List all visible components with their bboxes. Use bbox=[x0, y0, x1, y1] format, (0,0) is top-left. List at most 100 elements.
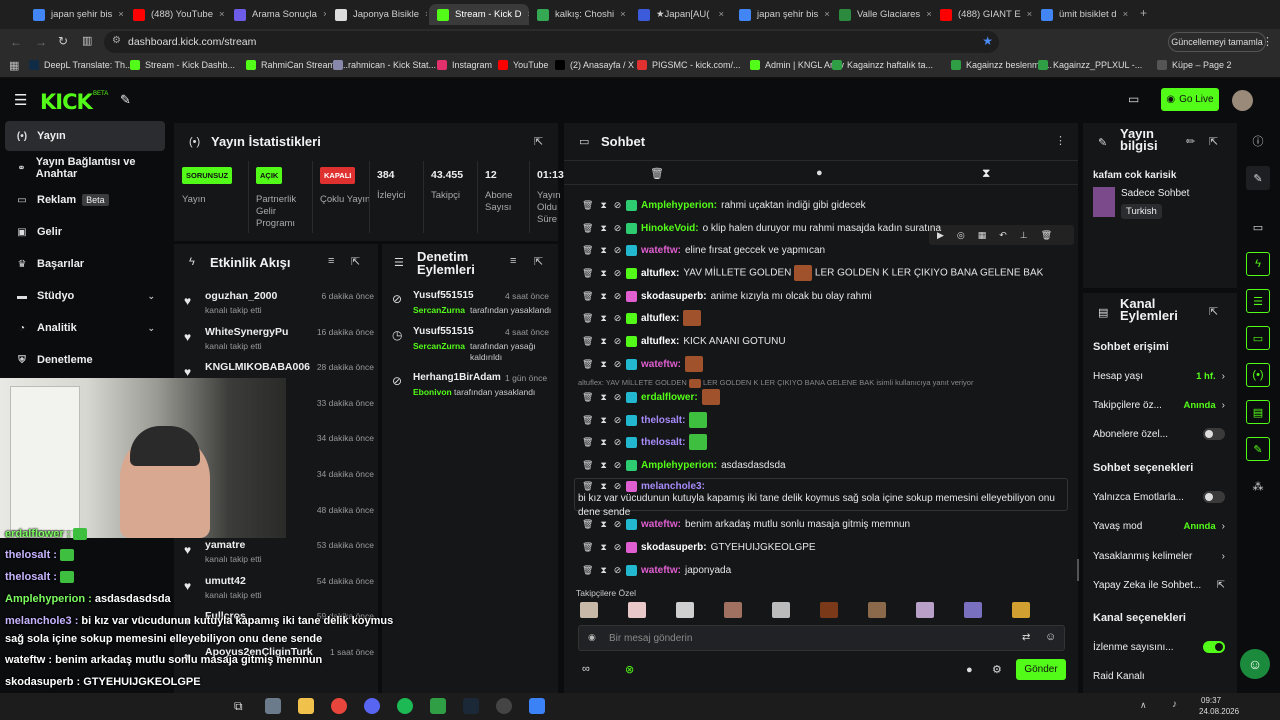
setting-toggle[interactable] bbox=[1203, 428, 1225, 440]
emote-image[interactable] bbox=[580, 602, 598, 618]
tab-close-icon[interactable]: × bbox=[712, 9, 730, 20]
setting-toggle[interactable] bbox=[1203, 491, 1225, 503]
mod-actor[interactable]: SercanZurna bbox=[413, 305, 465, 315]
chat-username[interactable]: erdalflower: bbox=[641, 392, 698, 403]
forward-icon[interactable]: → bbox=[35, 35, 47, 49]
pinned-users-icon[interactable]: ∞ bbox=[582, 663, 590, 675]
emote-image[interactable] bbox=[772, 602, 790, 618]
send-button[interactable]: Gönder bbox=[1016, 659, 1066, 680]
browser-tab[interactable]: kalkış: Choshi × bbox=[529, 4, 629, 25]
setting-row[interactable]: Yalnızca Emotlarla... bbox=[1093, 488, 1225, 506]
broadcast-icon[interactable]: (•) bbox=[1246, 363, 1270, 387]
chat-mode-icon[interactable]: ● bbox=[816, 167, 823, 179]
chat-username[interactable]: Amplehyperion: bbox=[641, 460, 717, 471]
card-icon[interactable]: ▭ bbox=[1246, 215, 1270, 239]
bookmark-item[interactable]: Kagainzz beslenme... bbox=[951, 60, 1052, 70]
bookmark-item[interactable]: Kagainzz haftalık ta... bbox=[832, 60, 933, 70]
ban-icon[interactable]: ⊘ bbox=[614, 415, 622, 426]
trash-icon[interactable]: 🗑 bbox=[582, 460, 593, 471]
mod-actor[interactable]: Ebonivon bbox=[413, 387, 452, 397]
emote-image[interactable] bbox=[676, 602, 694, 618]
bookmark-item[interactable]: Stream - Kick Dashb... bbox=[130, 60, 235, 70]
discord-icon[interactable] bbox=[364, 698, 380, 714]
list-icon[interactable]: ☰ bbox=[1246, 289, 1270, 313]
trash-icon[interactable]: 🗑 bbox=[582, 245, 593, 256]
tab-close-icon[interactable]: × bbox=[818, 9, 831, 20]
timeout-icon[interactable]: ⧗ bbox=[600, 291, 606, 302]
ban-icon[interactable]: ⊘ bbox=[614, 313, 622, 324]
clock-date[interactable]: 24.08.2026 bbox=[1199, 707, 1239, 716]
trash-icon[interactable]: 🗑 bbox=[582, 313, 593, 324]
spotify-icon[interactable] bbox=[397, 698, 413, 714]
browser-tab[interactable]: japan şehir bis × bbox=[731, 4, 831, 25]
sidebar-item-broadcast[interactable]: (•) Yayın bbox=[5, 121, 165, 151]
trash-icon[interactable]: 🗑 bbox=[582, 415, 593, 426]
tab-close-icon[interactable]: × bbox=[920, 9, 931, 20]
kick-coin-icon[interactable]: ⊗ bbox=[625, 663, 634, 676]
tab-close-icon[interactable]: × bbox=[213, 9, 225, 20]
sidebar-item-ad[interactable]: ▭ Reklam Beta bbox=[5, 185, 165, 215]
chat-username[interactable]: thelosalt: bbox=[641, 437, 685, 448]
avatar[interactable] bbox=[1232, 90, 1253, 111]
emote-image[interactable] bbox=[628, 602, 646, 618]
info-icon[interactable]: ⓘ bbox=[1246, 129, 1270, 153]
popout-icon[interactable]: ⇱ bbox=[351, 255, 360, 268]
trash-icon[interactable]: 🗑 bbox=[582, 359, 593, 370]
trash-icon[interactable]: 🗑 bbox=[582, 565, 593, 576]
event-username[interactable]: WhiteSynergyPu bbox=[205, 326, 288, 338]
steam-icon[interactable] bbox=[463, 698, 479, 714]
chat-username[interactable]: skodasuperb: bbox=[641, 542, 707, 553]
tab-close-icon[interactable]: × bbox=[419, 9, 427, 20]
stack-icon[interactable]: ▤ bbox=[1246, 400, 1270, 424]
card-icon[interactable]: ▭ bbox=[1128, 92, 1139, 106]
ban-icon[interactable]: ⊘ bbox=[614, 542, 622, 553]
url-field[interactable]: ⚙ dashboard.kick.com/stream ★ bbox=[104, 31, 999, 53]
chat-icon[interactable]: ▭ bbox=[1246, 326, 1270, 350]
ban-icon[interactable]: ⊘ bbox=[614, 481, 622, 492]
setting-row[interactable]: Abonelere özel... bbox=[1093, 425, 1225, 443]
tray-chevron-icon[interactable]: ∧ bbox=[1140, 700, 1147, 711]
site-info-icon[interactable]: ⚙ bbox=[112, 35, 121, 46]
clock-time[interactable]: 09:37 bbox=[1201, 696, 1221, 705]
chat-username[interactable]: thelosalt: bbox=[641, 415, 685, 426]
timeout-icon[interactable]: ⧗ bbox=[600, 519, 606, 530]
chat-bubbles-icon[interactable]: ● bbox=[966, 664, 973, 676]
browser-tab[interactable]: Japonya Bisikle× bbox=[327, 4, 427, 25]
bookmark-item[interactable]: Küpe – Page 2 bbox=[1157, 60, 1232, 70]
browser-tab[interactable]: Stream - Kick D× bbox=[429, 4, 529, 25]
trash-icon[interactable]: 🗑 bbox=[582, 268, 593, 279]
timeout-icon[interactable]: ⧗ bbox=[600, 542, 606, 553]
timeout-icon[interactable]: ⧗ bbox=[600, 223, 606, 234]
go-live-button[interactable]: ◉ Go Live bbox=[1161, 88, 1219, 111]
emote-image[interactable] bbox=[1012, 602, 1030, 618]
chat-scrollbar[interactable] bbox=[1077, 559, 1079, 581]
kick-logo[interactable]: KICK bbox=[40, 90, 93, 114]
menu-kebab-icon[interactable]: ⋮ bbox=[1262, 35, 1273, 48]
bookmark-item[interactable]: Admin | KNGL Arşiv bbox=[750, 60, 844, 70]
timeout-icon[interactable]: ⧗ bbox=[600, 392, 606, 403]
trash-icon[interactable]: 🗑 bbox=[582, 336, 593, 347]
ban-icon[interactable]: ⊘ bbox=[614, 359, 622, 370]
timeout-icon[interactable]: ⧗ bbox=[600, 200, 606, 211]
ban-icon[interactable]: ⊘ bbox=[614, 336, 622, 347]
sidebar-toggle-icon[interactable]: ▥ bbox=[82, 34, 92, 47]
ban-icon[interactable]: ⊘ bbox=[614, 460, 622, 471]
chat-username[interactable]: wateftw: bbox=[641, 359, 681, 370]
bookmark-item[interactable]: DeepL Translate: Th... bbox=[29, 60, 133, 70]
chat-input[interactable]: ◉ Bir mesaj gönderin ⇄ ☺ bbox=[578, 625, 1065, 651]
browser-tab[interactable]: japan şehir bis × bbox=[25, 4, 125, 25]
app-icon[interactable] bbox=[430, 698, 446, 714]
event-username[interactable]: yamatre bbox=[205, 539, 245, 551]
filter-icon[interactable]: ≡ bbox=[328, 255, 334, 267]
tab-close-icon[interactable]: × bbox=[1021, 9, 1032, 20]
emote-image[interactable] bbox=[916, 602, 934, 618]
emote-image[interactable] bbox=[964, 602, 982, 618]
browser-tab[interactable]: (488) GIANT E × bbox=[932, 4, 1032, 25]
folder-icon[interactable] bbox=[298, 698, 314, 714]
hamburger-menu-icon[interactable]: ☰ bbox=[14, 91, 27, 109]
popout-icon[interactable]: ⇱ bbox=[534, 255, 543, 268]
ban-icon[interactable]: ⊘ bbox=[614, 565, 622, 576]
trash-icon[interactable]: 🗑 bbox=[582, 223, 593, 234]
emoji-icon[interactable]: ☺ bbox=[1045, 631, 1056, 643]
browser-tab[interactable]: (488) YouTube × bbox=[125, 4, 225, 25]
